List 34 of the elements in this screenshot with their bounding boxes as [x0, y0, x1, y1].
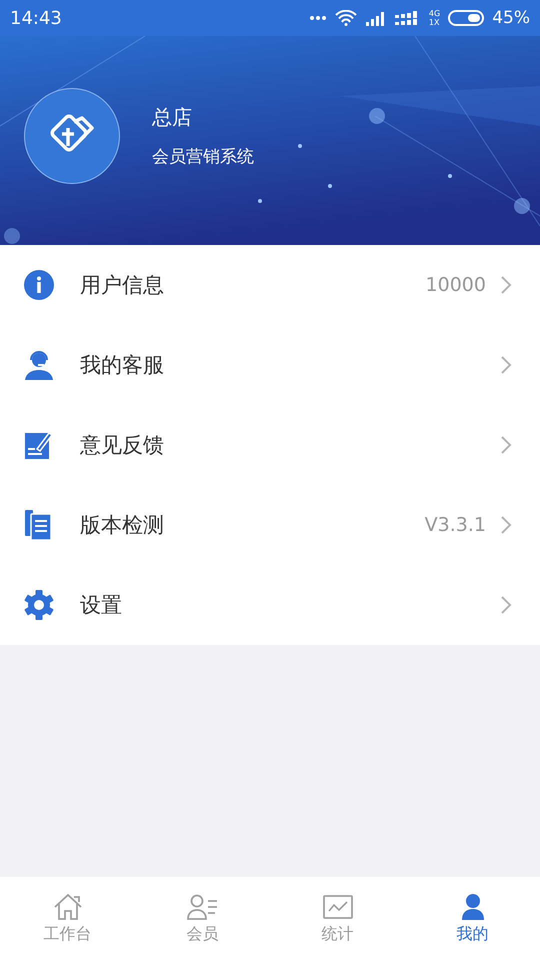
menu-item[interactable]: 意见反馈: [0, 405, 540, 485]
menu-value: V3.3.1: [424, 514, 486, 536]
menu-item[interactable]: 我的客服: [0, 325, 540, 405]
wifi-icon: [334, 10, 357, 26]
store-name: 总店: [152, 104, 193, 130]
more-icon: [308, 15, 327, 21]
menu-label: 设置: [80, 592, 123, 619]
chart-icon: [322, 892, 354, 920]
settings-icon: [23, 589, 55, 621]
chevron-icon: [500, 595, 512, 615]
chevron-icon: [500, 515, 512, 535]
clock: 14:43: [10, 8, 62, 28]
chevron-icon: [500, 275, 512, 295]
chevron-icon: [500, 435, 512, 455]
menu-label: 版本检测: [80, 512, 165, 539]
tab[interactable]: 我的: [405, 877, 540, 960]
headset-person-icon: [23, 349, 55, 381]
menu-item[interactable]: 版本检测 V3.3.1: [0, 485, 540, 565]
system-name: 会员营销系统: [152, 146, 254, 168]
info-icon: [23, 269, 55, 301]
battery-icon: [448, 10, 484, 26]
menu-label: 我的客服: [80, 352, 165, 379]
network-label: 1X: [428, 18, 440, 27]
menu-label: 意见反馈: [80, 432, 165, 459]
battery-percent: 45%: [492, 8, 530, 28]
network-label: 4G: [428, 9, 440, 18]
person-list-icon: [186, 892, 218, 920]
signal-icon: [364, 10, 387, 26]
menu-label: 用户信息: [80, 272, 165, 299]
menu-item[interactable]: 用户信息 10000: [0, 245, 540, 325]
menu-value: 10000: [426, 274, 486, 296]
menu-item[interactable]: 设置: [0, 565, 540, 645]
chevron-icon: [500, 355, 512, 375]
house-icon: [52, 892, 84, 920]
